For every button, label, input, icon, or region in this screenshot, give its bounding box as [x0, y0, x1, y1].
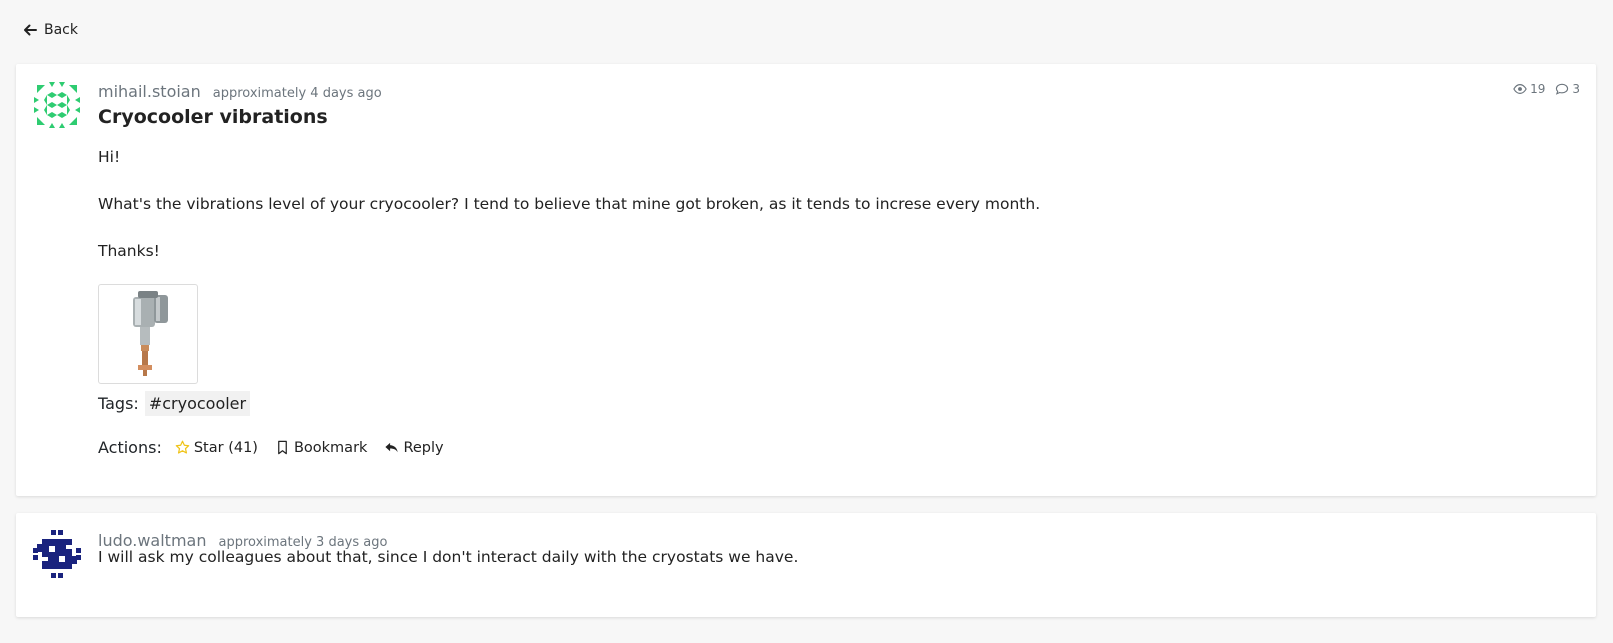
author-avatar[interactable]: [32, 80, 82, 130]
reply-label: Reply: [403, 439, 444, 456]
views-value: 19: [1530, 82, 1546, 96]
post-paragraph-thanks: Thanks!: [98, 242, 160, 260]
views-count: 19: [1513, 82, 1545, 96]
tag-chip[interactable]: #cryocooler: [144, 391, 251, 416]
reply-button[interactable]: Reply: [384, 439, 444, 456]
star-label: Star (41): [193, 439, 258, 456]
back-label: Back: [44, 22, 78, 38]
bookmark-icon: [278, 440, 287, 455]
tags-label: Tags:: [98, 394, 139, 413]
post-meta: mihail.stoian approximately 4 days ago: [98, 82, 382, 101]
reply-author-avatar[interactable]: [32, 529, 82, 579]
comment-icon: [1556, 83, 1569, 95]
bookmark-button[interactable]: Bookmark: [275, 440, 367, 456]
post-stats: 19 3: [1513, 82, 1580, 96]
comments-count: 3: [1555, 82, 1580, 96]
cryocooler-image: [133, 291, 168, 376]
comments-value: 3: [1572, 82, 1580, 96]
eye-icon: [1513, 84, 1527, 94]
post-timestamp: approximately 4 days ago: [212, 86, 382, 101]
post-card: mihail.stoian approximately 4 days ago 1…: [16, 64, 1596, 496]
post-title: Cryocooler vibrations: [98, 106, 328, 128]
post-paragraph-question: What's the vibrations level of your cryo…: [98, 195, 1041, 213]
reply-text: I will ask my colleagues about that, sin…: [98, 548, 799, 566]
arrow-left-icon: [24, 24, 37, 36]
tags-row: Tags: #cryocooler: [98, 391, 251, 416]
actions-row: Actions: Star (41) Bookmark Reply: [98, 438, 461, 457]
actions-label: Actions:: [98, 438, 162, 457]
image-attachment[interactable]: [98, 284, 198, 384]
bookmark-label: Bookmark: [293, 439, 368, 456]
post-paragraph-greeting: Hi!: [98, 148, 121, 166]
reply-card: ludo.waltman approximately 3 days ago I …: [16, 513, 1596, 617]
author-username[interactable]: mihail.stoian: [98, 82, 201, 101]
reply-icon: [385, 442, 399, 453]
star-button[interactable]: Star (41): [175, 440, 258, 456]
star-icon: [175, 440, 190, 454]
back-link[interactable]: Back: [23, 22, 78, 38]
